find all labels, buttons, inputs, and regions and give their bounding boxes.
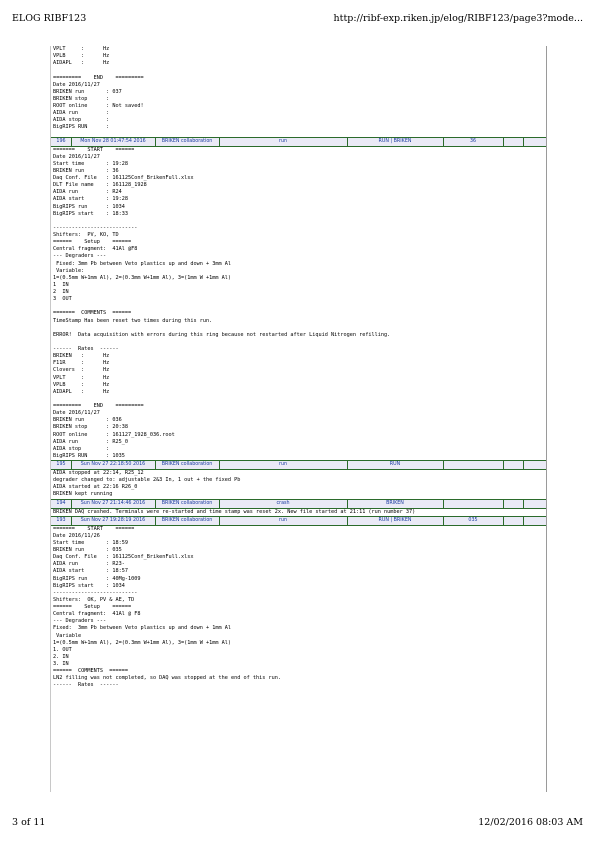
entry-type[interactable]: run [219, 137, 348, 146]
entry-text: BRIKEN DAQ crashed. Terminals were re-st… [53, 508, 416, 515]
entry-text: ======= START ====== Date 2016/11/26 Sta… [53, 525, 281, 689]
entry-date[interactable]: Sun Nov 27 21:14:46 2016 [71, 499, 156, 508]
entry-author[interactable]: BRIKEN collaboration [155, 499, 220, 508]
entry-extra-cell [523, 461, 545, 469]
entry-extra-cell [503, 137, 524, 146]
entry-header-row[interactable]: 196 Mon Nov 28 01:47:54 2016 BRIKEN coll… [51, 136, 546, 147]
entry-category[interactable]: RUN [347, 461, 444, 469]
entry-category[interactable]: RUN | BRIKEN [347, 137, 444, 146]
entry-header-row[interactable]: 193 Sun Nov 27 19:28:19 2016 BRIKEN coll… [51, 515, 546, 526]
entry-author[interactable]: BRIKEN collaboration [155, 461, 220, 469]
entry-date[interactable]: Sun Nov 27 19:28:19 2016 [71, 516, 156, 525]
entry-text-continued: VPLT : Hz VPLB : Hz AIDAPL : Hz ========… [53, 46, 144, 131]
entry-subject[interactable] [443, 461, 504, 469]
entry-text: ======= START ====== Date 2016/11/27 Sta… [53, 146, 391, 459]
entry-subject[interactable]: 36 [443, 137, 504, 146]
entry-category[interactable]: RUN | BRIKEN [347, 516, 444, 525]
entry-id-link[interactable]: 194 [51, 499, 72, 508]
page-number: 3 of 11 [12, 817, 46, 828]
page-header-url[interactable]: http://ribf-exp.riken.jp/elog/RIBF123/pa… [334, 13, 583, 24]
entry-type[interactable]: crash [219, 499, 348, 508]
entry-author[interactable]: BRIKEN collaboration [155, 137, 220, 146]
elog-entry-list: VPLT : Hz VPLB : Hz AIDAPL : Hz ========… [50, 46, 547, 792]
entry-type[interactable]: run [219, 516, 348, 525]
entry-header-row[interactable]: 195 Sun Nov 27 22:18:50 2016 BRIKEN coll… [51, 460, 546, 470]
entry-id-link[interactable]: 193 [51, 516, 72, 525]
entry-author[interactable]: BRIKEN collaboration [155, 516, 220, 525]
entry-extra-cell [503, 461, 524, 469]
entry-text: AIDA stopped at 22:14, R25_12 degrader c… [53, 470, 241, 498]
entry-extra-cell [503, 499, 524, 508]
print-datetime: 12/02/2016 08:03 AM [478, 817, 583, 828]
entry-category[interactable]: BRIKEN [347, 499, 444, 508]
page-header-title: ELOG RIBF123 [12, 13, 87, 24]
entry-type[interactable]: run [219, 461, 348, 469]
entry-date[interactable]: Sun Nov 27 22:18:50 2016 [71, 461, 156, 469]
entry-subject[interactable]: 035 [443, 516, 504, 525]
entry-extra-cell [523, 517, 545, 525]
entry-extra-cell [523, 500, 545, 508]
entry-extra-cell [503, 516, 524, 525]
entry-id-link[interactable]: 195 [51, 461, 72, 469]
entry-subject[interactable] [443, 499, 504, 508]
entry-extra-cell [523, 138, 545, 146]
entry-header-row[interactable]: 194 Sun Nov 27 21:14:46 2016 BRIKEN coll… [51, 498, 546, 509]
entry-date[interactable]: Mon Nov 28 01:47:54 2016 [71, 137, 156, 146]
entry-id-link[interactable]: 196 [51, 137, 72, 146]
